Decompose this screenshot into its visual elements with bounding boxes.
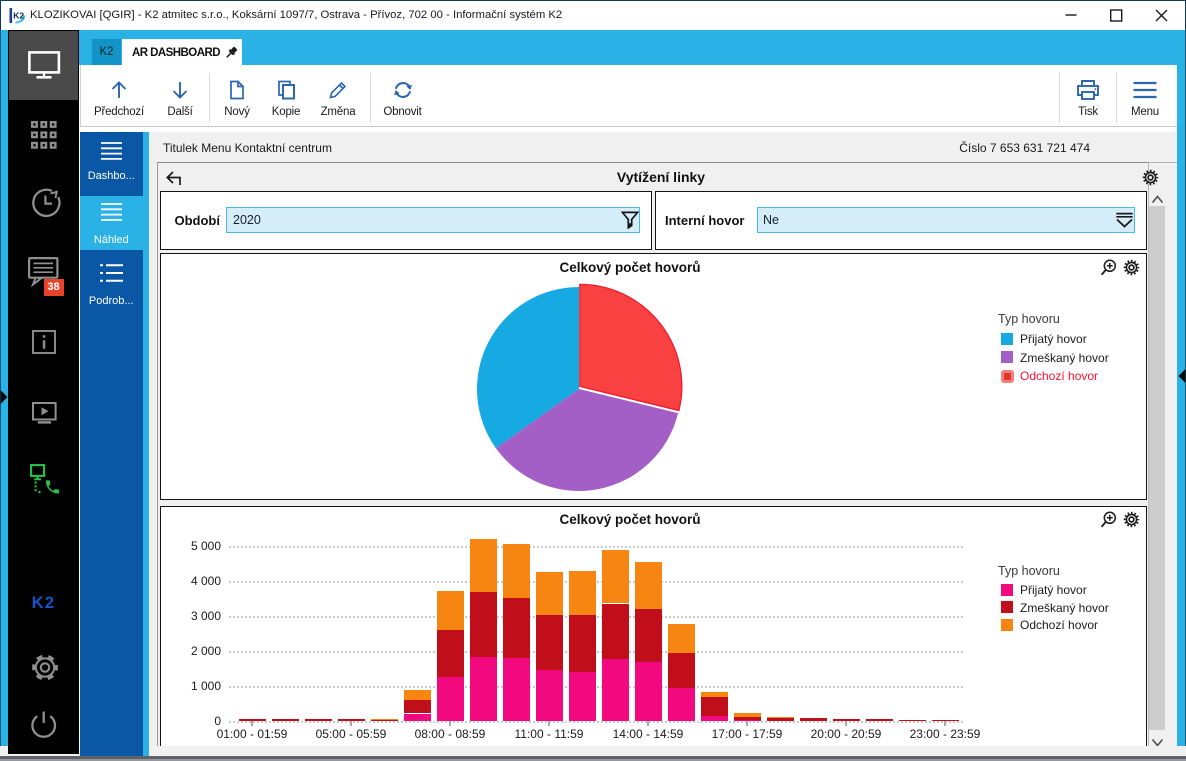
svg-text:K2: K2 bbox=[13, 10, 24, 20]
